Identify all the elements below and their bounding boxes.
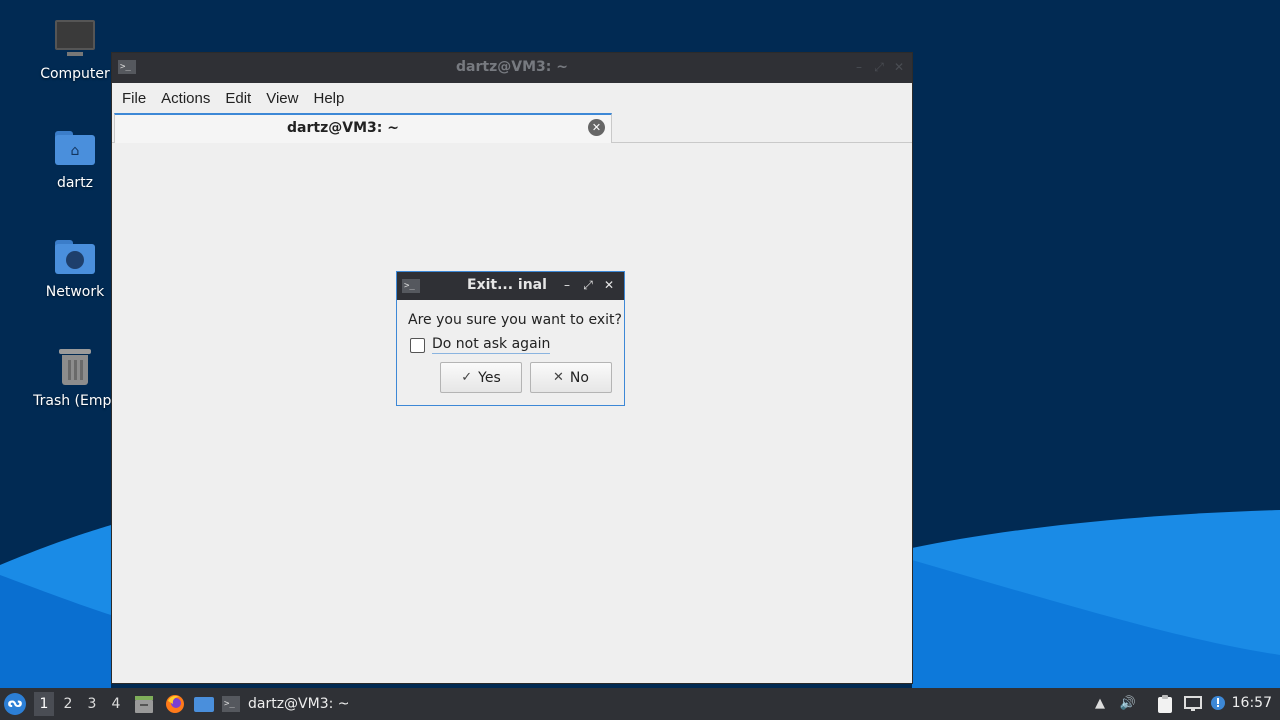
maximize-icon[interactable]: ⤢	[872, 60, 886, 74]
menu-help[interactable]: Help	[307, 86, 350, 111]
no-button-label: No	[569, 369, 589, 386]
checkbox-label[interactable]: Do not ask again	[432, 336, 551, 354]
terminal-icon: >_	[222, 696, 240, 712]
yes-button[interactable]: ✓ Yes	[440, 362, 522, 393]
window-titlebar[interactable]: >_ dartz@VM3: ~ – ⤢ ✕	[112, 53, 912, 83]
minimize-icon[interactable]: –	[852, 60, 866, 74]
dialog-message: Are you sure you want to exit?	[408, 312, 622, 328]
task-label: dartz@VM3: ~	[248, 696, 350, 712]
x-icon: ✕	[553, 370, 564, 385]
workspace-1[interactable]: 1	[34, 692, 54, 716]
menubar: File Actions Edit View Help	[112, 83, 912, 113]
terminal-area[interactable]	[112, 143, 912, 683]
terminal-icon: >_	[402, 279, 420, 293]
do-not-ask-checkbox[interactable]	[410, 337, 425, 353]
workspace-2[interactable]: 2	[58, 692, 78, 716]
computer-icon	[53, 18, 97, 62]
file-manager-icon[interactable]	[133, 693, 155, 715]
firefox-icon[interactable]	[164, 693, 186, 715]
menu-file[interactable]: File	[116, 86, 152, 111]
clipboard-icon[interactable]	[1155, 694, 1175, 714]
dialog-titlebar[interactable]: >_ Exit... inal – ⤢ ✕	[397, 272, 624, 300]
do-not-ask-checkbox-row[interactable]: Do not ask again	[410, 336, 551, 354]
clock[interactable]: 16:57	[1232, 695, 1272, 711]
volume-icon[interactable]: 🔊	[1118, 694, 1138, 714]
window-title: dartz@VM3: ~	[456, 59, 568, 75]
tab-close-icon[interactable]: ✕	[588, 119, 605, 136]
network-folder-icon	[53, 236, 97, 280]
minimize-icon[interactable]: –	[560, 278, 574, 292]
taskbar-task-terminal[interactable]: >_ dartz@VM3: ~	[222, 691, 350, 717]
tab-label: dartz@VM3: ~	[287, 120, 399, 136]
close-icon[interactable]: ✕	[602, 278, 616, 292]
close-icon[interactable]: ✕	[892, 60, 906, 74]
workspace-4[interactable]: 4	[106, 692, 126, 716]
desktop-folder-icon[interactable]	[193, 693, 215, 715]
exit-dialog: >_ Exit... inal – ⤢ ✕ Are you sure you w…	[396, 271, 625, 406]
terminal-tab[interactable]: dartz@VM3: ~ ✕	[114, 113, 612, 143]
maximize-icon[interactable]: ⤢	[581, 278, 595, 292]
check-icon: ✓	[461, 370, 473, 385]
workspace-3[interactable]: 3	[82, 692, 102, 716]
no-button[interactable]: ✕ No	[530, 362, 612, 393]
tray-up-arrow-icon[interactable]: ▲	[1090, 694, 1110, 714]
tab-bar: dartz@VM3: ~ ✕	[112, 113, 912, 143]
taskbar: ᔓ 1 2 3 4 >_ dartz@VM3: ~ ▲ 🔊 16:57	[0, 688, 1280, 720]
menu-actions[interactable]: Actions	[155, 86, 216, 111]
home-folder-icon: ⌂	[53, 127, 97, 171]
network-icon[interactable]	[1183, 694, 1203, 714]
menu-view[interactable]: View	[260, 86, 304, 111]
notification-icon[interactable]	[1208, 694, 1228, 714]
menu-edit[interactable]: Edit	[219, 86, 257, 111]
trash-icon	[53, 345, 97, 389]
dialog-title: Exit... inal	[467, 277, 547, 293]
start-menu-icon[interactable]: ᔓ	[4, 693, 26, 715]
yes-button-label: Yes	[478, 369, 501, 386]
